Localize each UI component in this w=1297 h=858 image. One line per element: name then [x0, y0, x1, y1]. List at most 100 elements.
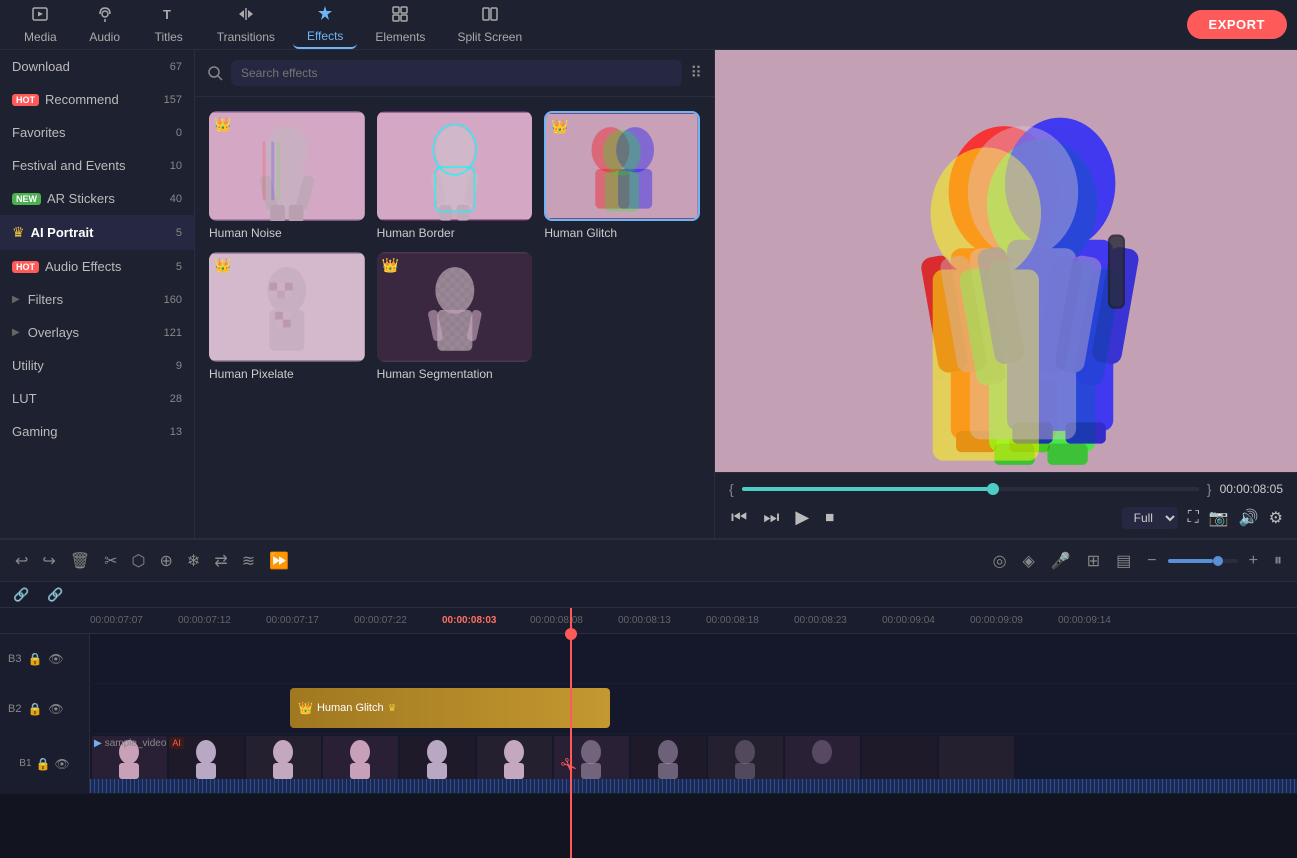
time-display: 00:00:08:05 [1220, 482, 1283, 496]
lock-icon-b3[interactable]: 🔒 [27, 652, 42, 666]
video-thumb [939, 736, 1014, 779]
sidebar-item-ai-portrait[interactable]: ♛ AI Portrait 5 [0, 215, 194, 250]
snapshot-button[interactable]: 📷 [1209, 508, 1229, 528]
sidebar-item-festival[interactable]: Festival and Events 10 [0, 149, 194, 182]
sidebar-item-ar-stickers[interactable]: NEW AR Stickers 40 [0, 182, 194, 215]
grid-toggle-icon[interactable]: ⠿ [690, 63, 702, 83]
preview-panel: { } 00:00:08:05 ⏮ ⏭ ▶ ⏹ Full 1/2 1/4 [715, 50, 1297, 538]
eye-icon-b2[interactable]: 👁 [48, 702, 63, 716]
auto-reframe-button[interactable]: ◎ [988, 548, 1012, 574]
eye-icon-b3[interactable]: 👁 [48, 652, 63, 666]
sidebar-item-filters[interactable]: ▶ Filters 160 [0, 283, 194, 316]
nav-titles[interactable]: T Titles [139, 1, 199, 48]
sidebar-item-audio-effects[interactable]: HOT Audio Effects 5 [0, 250, 194, 283]
effect-card-human-border[interactable]: Human Border [377, 111, 533, 240]
nav-splitscreen-label: Split Screen [457, 30, 522, 44]
eye-icon-b1[interactable]: 👁 [54, 757, 69, 771]
video-thumb [785, 736, 860, 779]
crop-button[interactable]: ⬡ [127, 548, 151, 574]
sidebar-item-gaming[interactable]: Gaming 13 [0, 415, 194, 448]
progress-bar-area: { } 00:00:08:05 [729, 481, 1283, 497]
search-trim-button[interactable]: ⊕ [155, 548, 178, 574]
effect-clip[interactable]: 👑 Human Glitch ♛ [290, 688, 610, 728]
quality-select[interactable]: Full 1/2 1/4 [1122, 507, 1178, 529]
ruler-mark: 00:00:08:23 [794, 615, 882, 626]
progress-track[interactable] [742, 487, 1199, 491]
undo-button[interactable]: ↩ [10, 548, 33, 574]
cut-button[interactable]: ✂ [99, 548, 122, 574]
lock-icon-b2[interactable]: 🔒 [27, 702, 42, 716]
sidebar-gaming-label: Gaming [12, 424, 58, 439]
sidebar-item-overlays[interactable]: ▶ Overlays 121 [0, 316, 194, 349]
audio-adjust-button[interactable]: ≋ [237, 548, 260, 574]
export-button[interactable]: EXPORT [1187, 10, 1287, 39]
ruler-mark: 00:00:07:22 [354, 615, 442, 626]
ruler-mark: 00:00:09:14 [1058, 615, 1146, 626]
audio-wave-pattern [90, 779, 1297, 793]
progress-thumb [987, 483, 999, 495]
bracket-right-icon[interactable]: } [1207, 481, 1212, 497]
video-thumb-strip [90, 736, 1297, 780]
effect-card-human-glitch[interactable]: 👑 Human Glitch [544, 111, 700, 240]
zoom-in-button[interactable]: + [1244, 549, 1263, 573]
video-thumb [323, 736, 398, 779]
timeline-area: ↩ ↪ 🗑 ✂ ⬡ ⊕ ❄ ⇄ ≋ ⏩ ◎ ◈ 🎤 ⊞ ▤ − + ⏸ [0, 538, 1297, 858]
effect-card-human-pixelate[interactable]: 👑 [209, 252, 365, 381]
nav-audio[interactable]: Audio [75, 1, 135, 48]
nav-media[interactable]: Media [10, 1, 71, 48]
play-button[interactable]: ▶ [793, 505, 811, 530]
sidebar-overlays-count: 121 [164, 327, 182, 339]
nav-transitions[interactable]: Transitions [203, 1, 289, 48]
marker-button[interactable]: ◈ [1018, 548, 1040, 574]
nav-splitscreen[interactable]: Split Screen [443, 1, 536, 48]
mic-button[interactable]: 🎤 [1046, 548, 1076, 574]
effect-label-human-noise: Human Noise [209, 226, 365, 240]
timeline-content: 00:00:07:07 00:00:07:12 00:00:07:17 00:0… [0, 608, 1297, 858]
sidebar-item-download[interactable]: Download 67 [0, 50, 194, 83]
caption-button[interactable]: ▤ [1111, 548, 1136, 574]
svg-text:T: T [163, 7, 171, 22]
step-back-button[interactable]: ⏭ [761, 505, 781, 530]
nav-audio-label: Audio [89, 30, 120, 44]
nav-effects[interactable]: Effects [293, 0, 357, 49]
link-tracks-button[interactable]: 🔗 [8, 584, 34, 606]
nav-elements[interactable]: Elements [361, 1, 439, 48]
bracket-left-icon[interactable]: { [729, 481, 734, 497]
effect-card-human-segmentation[interactable]: 👑 [377, 252, 533, 381]
fullscreen-button[interactable]: ⛶ [1188, 509, 1199, 527]
settings-button[interactable]: ⚙ [1269, 508, 1283, 528]
freeze-button[interactable]: ❄ [182, 548, 205, 574]
sidebar-item-recommend[interactable]: HOT Recommend 157 [0, 83, 194, 116]
video-badge: AI [169, 737, 184, 749]
hot-badge-recommend: HOT [12, 94, 39, 106]
effect-card-human-noise[interactable]: 👑 [209, 111, 365, 240]
effects-grid: 👑 [195, 97, 714, 395]
skip-back-button[interactable]: ⏮ [729, 505, 749, 530]
effects-panel: ⠿ 👑 [195, 50, 715, 538]
pause-timeline-button[interactable]: ⏸ [1269, 549, 1287, 573]
search-input[interactable] [231, 60, 682, 86]
zoom-track[interactable] [1168, 559, 1238, 563]
ruler-mark: 00:00:09:04 [882, 615, 970, 626]
sidebar-item-utility[interactable]: Utility 9 [0, 349, 194, 382]
timeline-ruler: 00:00:07:07 00:00:07:12 00:00:07:17 00:0… [0, 608, 1297, 634]
speed-button[interactable]: ⏩ [264, 548, 294, 574]
track-label-b1: B1 🔒 👁 [0, 734, 90, 793]
redo-button[interactable]: ↪ [37, 548, 60, 574]
copy-button[interactable]: ⊞ [1082, 548, 1105, 574]
stop-button[interactable]: ⏹ [823, 505, 836, 530]
effect-clip-label: Human Glitch [317, 702, 384, 714]
video-thumb [631, 736, 706, 779]
sidebar-item-favorites[interactable]: Favorites 0 [0, 116, 194, 149]
delete-button[interactable]: 🗑 [65, 548, 95, 574]
sidebar-item-lut[interactable]: LUT 28 [0, 382, 194, 415]
effects-icon [316, 4, 334, 27]
expand-filters-icon: ▶ [12, 294, 20, 305]
sidebar-gaming-count: 13 [170, 426, 182, 438]
audio-waveform [90, 779, 1297, 793]
volume-button[interactable]: 🔊 [1239, 508, 1259, 528]
lock-icon-b1[interactable]: 🔒 [36, 757, 51, 771]
magnet-button[interactable]: 🔗 [42, 584, 68, 606]
transition-button[interactable]: ⇄ [209, 548, 232, 574]
zoom-out-button[interactable]: − [1142, 549, 1161, 573]
